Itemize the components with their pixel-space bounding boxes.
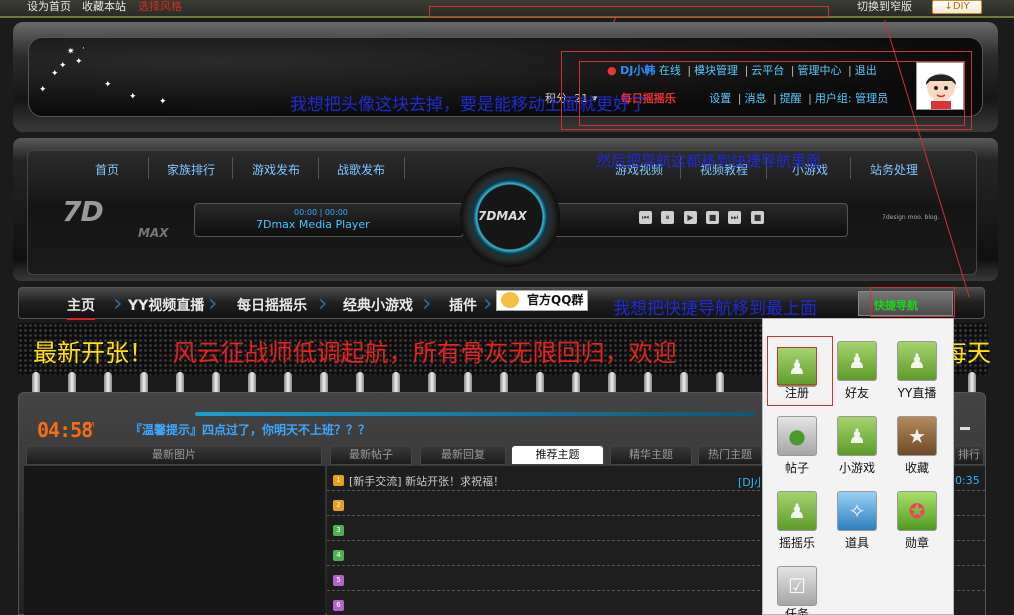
star-decoration: ✦: [159, 97, 167, 107]
tab-latest-images[interactable]: 最新图片: [26, 445, 322, 465]
nav-home[interactable]: 首页: [95, 161, 119, 178]
rank-badge: 2: [333, 500, 344, 511]
quick-nav-tasks[interactable]: 任务: [767, 605, 827, 615]
pause-icon[interactable]: ⏸: [661, 211, 674, 224]
site-logo-sub: MAX: [138, 226, 169, 240]
chevron-right-icon: ›: [113, 289, 123, 317]
annotation-text: 我想把快捷导航移到最上面: [613, 299, 817, 319]
minimize-icon[interactable]: [960, 427, 970, 430]
topic-title[interactable]: [新手交流] 新站开张！求祝福！: [349, 473, 504, 489]
chevron-right-icon: ›: [318, 289, 328, 317]
tab-ranking[interactable]: 排行: [954, 445, 984, 465]
star-decoration: ✦: [39, 85, 47, 95]
yy-live-icon[interactable]: ♟: [897, 341, 937, 381]
chevron-right-icon: ›: [208, 289, 218, 317]
annotation-box: [777, 347, 817, 385]
posts-icon[interactable]: ●: [777, 416, 817, 456]
chevron-right-icon: ›: [483, 289, 493, 317]
player-controls-bar: [553, 203, 848, 237]
medal-icon[interactable]: ✪: [897, 491, 937, 531]
star-decoration: ✦: [104, 80, 112, 90]
tab-featured[interactable]: 精华主题: [610, 445, 692, 465]
main-nav-yy-live[interactable]: YY视频直播: [128, 295, 204, 315]
set-homepage-link[interactable]: 设为首页: [27, 0, 71, 13]
quick-nav-posts[interactable]: 帖子: [767, 459, 827, 476]
design-credit: 7design moo. blog.: [882, 214, 940, 221]
magic-wand-icon[interactable]: ✧: [837, 491, 877, 531]
disc-label: 7DMAX: [478, 209, 527, 223]
annotation-box: [429, 6, 829, 17]
main-nav-plugins[interactable]: 插件: [449, 295, 477, 315]
mute-icon[interactable]: ■: [751, 211, 764, 224]
site-logo[interactable]: 7D: [62, 195, 104, 228]
nav-separator: [232, 157, 233, 179]
tab-latest-posts[interactable]: 最新帖子: [330, 445, 412, 465]
topic-time: 0:35: [955, 474, 980, 487]
quick-nav-items[interactable]: 道具: [827, 534, 887, 551]
play-icon[interactable]: ▶: [684, 211, 697, 224]
diy-label: DIY: [952, 1, 970, 12]
style-link[interactable]: 选择风格: [138, 0, 182, 13]
qq-group-label: 官方QQ群: [527, 293, 584, 307]
diy-button[interactable]: ↓DIY: [932, 0, 982, 14]
annotation-box: [870, 287, 955, 317]
rank-badge: 5: [333, 575, 344, 586]
quick-nav-medals[interactable]: 勋章: [887, 534, 947, 551]
marquee-text-yellow: 最新开张！: [33, 339, 153, 367]
shake-icon[interactable]: ♟: [777, 491, 817, 531]
tab-latest-replies[interactable]: 最新回复: [420, 445, 506, 465]
star-decoration: ✦: [129, 92, 137, 102]
marquee-text-red: 风云征战师低调起航，所有骨灰无限回归，欢迎: [172, 339, 677, 367]
star-decoration: ✦: [51, 69, 59, 79]
annotation-text: 我想把头像这块去掉，要是能移动上面就更好了: [290, 95, 647, 115]
warm-tip: 『温馨提示』四点过了，你明天不上班？？？: [130, 423, 371, 437]
rank-badge: 1: [333, 475, 344, 486]
star-decoration: ✦: [75, 57, 83, 67]
bookmark-link[interactable]: 收藏本站: [82, 0, 126, 13]
switch-width-link[interactable]: 切换到窄版: [857, 0, 912, 13]
nav-war-song[interactable]: 战歌发布: [337, 161, 385, 178]
annotation-text: 然后把导航这都移到快捷导航里面: [596, 152, 822, 170]
quick-nav-mini-games[interactable]: 小游戏: [827, 459, 887, 476]
topic-author[interactable]: [DJ小: [738, 474, 765, 490]
quick-nav-favorites[interactable]: 收藏: [887, 459, 947, 476]
quick-nav-friends[interactable]: 好友: [827, 384, 887, 401]
chevron-right-icon: ›: [422, 289, 432, 317]
nav-site-affairs[interactable]: 站务处理: [870, 161, 918, 178]
star-decoration: ✦: [59, 61, 67, 71]
nav-separator: [148, 157, 149, 179]
nav-separator: [404, 157, 405, 179]
nav-separator: [318, 157, 319, 179]
previous-icon[interactable]: ⏮: [639, 211, 652, 224]
stop-icon[interactable]: ■: [706, 211, 719, 224]
main-nav-home[interactable]: 主页: [67, 295, 95, 320]
qq-group-button[interactable]: 官方QQ群: [496, 290, 588, 311]
player-name: 7Dmax Media Player: [256, 218, 370, 231]
star-decoration: ·: [82, 44, 85, 54]
marquee-text: 最新开张！ 风云征战师低调起航，所有骨灰无限回归，欢迎: [33, 333, 677, 368]
image-panel: [24, 466, 325, 615]
main-nav-classic-games[interactable]: 经典小游戏: [343, 295, 413, 315]
nav-family-ranking[interactable]: 家族排行: [167, 161, 215, 178]
rank-badge: 3: [333, 525, 344, 536]
clock-ampm: PM: [84, 421, 95, 429]
friends-icon[interactable]: ♟: [837, 341, 877, 381]
task-checkbox-icon[interactable]: ☑: [777, 566, 817, 606]
qq-group-icon: [501, 292, 519, 308]
rank-badge: 6: [333, 600, 344, 611]
quick-nav-yy-live[interactable]: YY直播: [887, 384, 947, 401]
quick-nav-shake[interactable]: 摇摇乐: [767, 534, 827, 551]
star-decoration: ✷: [67, 47, 75, 57]
main-nav-daily-shake[interactable]: 每日摇摇乐: [237, 295, 307, 315]
next-icon[interactable]: ⏭: [728, 211, 741, 224]
player-time: 00:00 | 00:00: [294, 208, 348, 217]
nav-separator: [850, 157, 851, 179]
nav-game-release[interactable]: 游戏发布: [252, 161, 300, 178]
progress-line: [195, 412, 755, 416]
tab-hot-topics[interactable]: 热门主题: [698, 445, 762, 465]
rank-badge: 4: [333, 550, 344, 561]
mini-game-icon[interactable]: ♟: [837, 416, 877, 456]
favorites-star-icon[interactable]: ★: [897, 416, 937, 456]
tab-recommended[interactable]: 推荐主题: [511, 445, 604, 465]
